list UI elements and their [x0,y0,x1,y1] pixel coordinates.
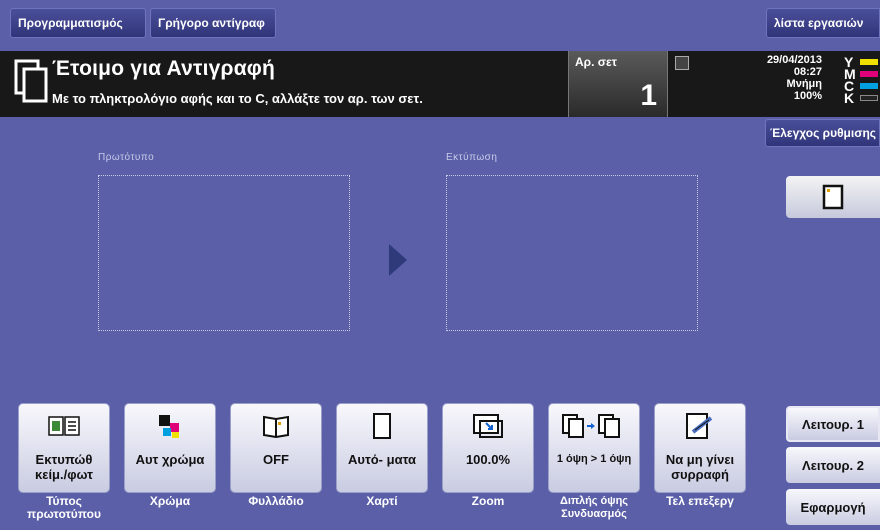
time-text: 08:27 [793,66,822,78]
toner-c-bar [860,83,878,89]
tab-quick-copy-label: Γρήγορο αντίγραφ [158,16,265,30]
zoom-icon [471,412,505,440]
zoom-caption: Zoom [471,494,505,508]
original-type-button[interactable]: Εκτυπώθ κείμ./φωτ [18,403,110,493]
original-preview [98,175,350,331]
job-list-label: λίστα εργασιών [774,16,864,30]
zoom-value: 100.0% [465,452,511,467]
function1-button[interactable]: Λειτουρ. 1 [786,406,880,442]
status-bar: Έτοιμο για Αντιγραφή Με το πληκτρολόγιο … [0,51,880,117]
original-label: Πρωτότυπο [98,152,155,163]
booklet-value: OFF [263,452,289,467]
booklet-icon [259,412,293,440]
check-settings-label: Έλεγχος ρυθμισης [770,126,877,140]
portrait-page-icon [822,184,844,210]
sets-counter[interactable]: Αρ. σετ 1 [568,51,668,117]
memory-label: Μνήμη [786,78,822,90]
color-button[interactable]: Αυτ χρώμα [124,403,216,493]
booklet-button[interactable]: OFF [230,403,322,493]
zoom-button[interactable]: 100.0% [442,403,534,493]
apply-label: Εφαρμογή [800,499,866,515]
orientation-button[interactable] [786,176,880,218]
apply-button[interactable]: Εφαρμογή [786,489,880,525]
datetime-panel: 29/04/2013 08:27 Μνήμη 100% [760,54,822,102]
original-type-caption: Τύπος πρωτοτύπου [27,494,101,521]
toner-levels: Y M C K [844,55,878,106]
duplex-caption: Διπλής όψης Συνδυασμός [559,495,629,520]
function2-label: Λειτουρ. 2 [802,457,864,473]
date-text: 29/04/2013 [766,54,822,66]
paper-caption: Χαρτί [366,494,398,508]
toner-k-label: K [844,90,855,106]
function2-button[interactable]: Λειτουρ. 2 [786,447,880,483]
check-settings-button[interactable]: Έλεγχος ρυθμισης [765,119,880,147]
toner-m-bar [860,71,878,77]
paper-button[interactable]: Αυτό- ματα [336,403,428,493]
original-type-value: Εκτυπώθ κείμ./φωτ [35,452,93,482]
output-preview [446,175,698,331]
toner-k-bar [860,95,878,101]
arrow-right-icon [389,244,407,276]
toner-y-bar [860,59,878,65]
copy-icon [14,59,48,103]
function1-label: Λειτουρ. 1 [802,416,864,432]
color-value: Αυτ χρώμα [135,452,205,467]
status-title: Έτοιμο για Αντιγραφή [52,57,276,80]
job-list-button[interactable]: λίστα εργασιών [766,8,880,38]
booklet-caption: Φυλλάδιο [248,494,304,508]
tab-programs-label: Προγραμματισμός [18,16,123,30]
paper-value: Αυτό- ματα [347,452,416,467]
output-label: Εκτύπωση [446,152,498,163]
finishing-button[interactable]: Να μη γίνει συρραφή [654,403,746,493]
sets-label: Αρ. σετ [575,55,618,69]
finishing-icon [683,412,717,440]
finishing-caption: Τελ επεξεργ [666,494,734,508]
auto-color-icon [153,412,187,440]
tab-programs[interactable]: Προγραμματισμός [10,8,146,38]
text-photo-icon [47,412,81,440]
tab-quick-copy[interactable]: Γρήγορο αντίγραφ [150,8,276,38]
finishing-value: Να μη γίνει συρραφή [665,452,735,482]
sets-value: 1 [640,79,657,112]
duplex-button[interactable]: 1 όψη > 1 όψη [548,403,640,493]
paper-icon [365,412,399,440]
status-message: Με το πληκτρολόγιο αφής και το C, αλλάξτ… [52,91,423,106]
memory-value: 100% [793,90,822,102]
job-status-icon[interactable] [675,56,689,70]
duplex-value: 1 όψη > 1 όψη [556,453,632,465]
duplex-icon [559,412,629,440]
color-caption: Χρώμα [149,494,191,508]
